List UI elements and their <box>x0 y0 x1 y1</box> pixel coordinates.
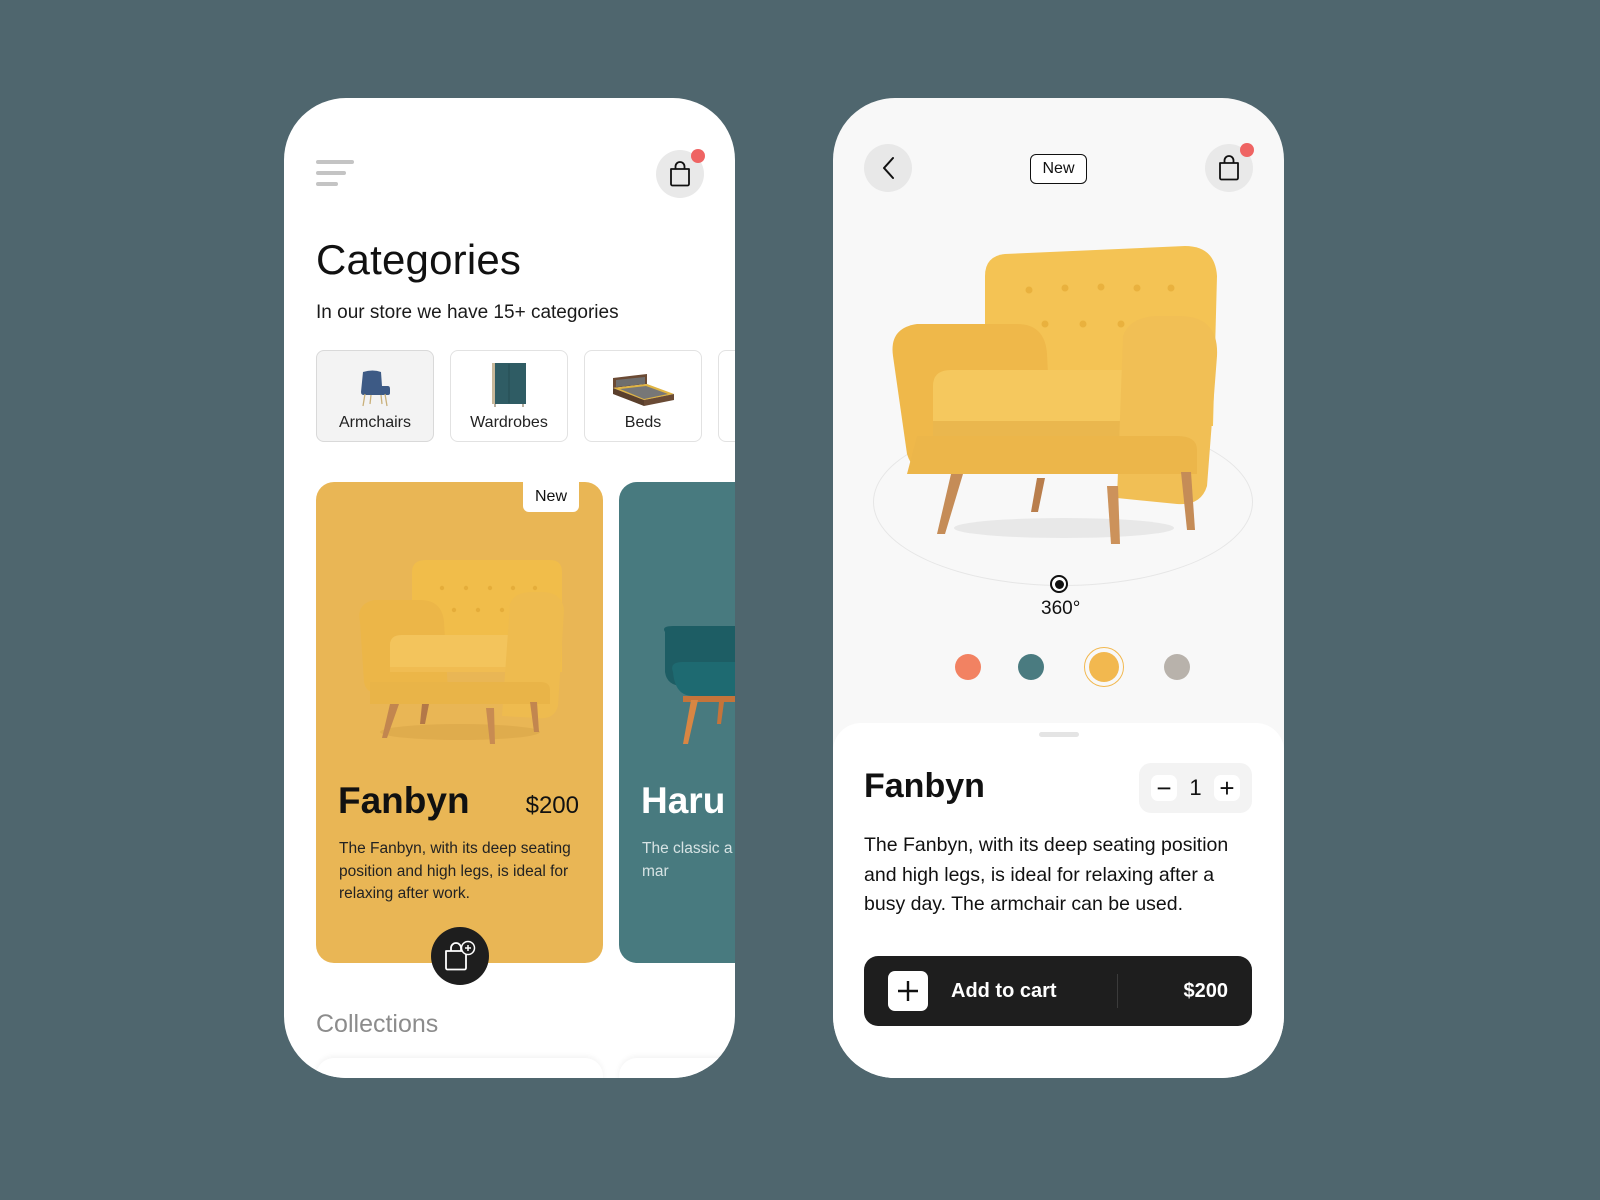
haru-chair-image <box>664 626 735 744</box>
collections-title: Collections <box>316 1010 439 1038</box>
card-add-to-cart-button[interactable] <box>431 927 489 985</box>
new-badge: New <box>1030 154 1087 184</box>
product-card-haru[interactable]: Haru The classic a decorate the room for… <box>619 482 735 963</box>
new-badge: New <box>523 482 579 512</box>
product-detail-screen: New 360° Fanbyn − 1 + The Fanbyn, with i… <box>833 98 1284 1078</box>
rotate-360-handle[interactable] <box>1050 575 1068 593</box>
plus-icon: + <box>1219 773 1235 803</box>
sheet-grabber[interactable] <box>1039 732 1079 737</box>
quantity-increase-button[interactable]: + <box>1214 775 1240 801</box>
plus-icon <box>888 971 928 1011</box>
minus-icon: − <box>1156 773 1172 803</box>
quantity-value: 1 <box>1189 775 1202 800</box>
quantity-decrease-button[interactable]: − <box>1151 775 1177 801</box>
color-swatch-coral[interactable] <box>955 654 981 680</box>
divider <box>1117 974 1118 1008</box>
category-wardrobes[interactable]: Wardrobes <box>450 350 568 442</box>
color-swatch-teal[interactable] <box>1018 654 1044 680</box>
collection-card[interactable] <box>316 1058 603 1078</box>
hamburger-menu-icon[interactable] <box>316 160 356 190</box>
shopping-bag-icon <box>1219 155 1239 181</box>
chevron-left-icon <box>883 157 894 179</box>
bed-image <box>610 362 676 408</box>
add-to-cart-label: Add to cart <box>951 979 1057 1002</box>
category-armchairs[interactable]: Armchairs <box>316 350 434 442</box>
cart-notification-dot <box>1240 143 1254 157</box>
product-name: Fanbyn <box>864 767 985 805</box>
color-swatches <box>955 647 1227 687</box>
back-button[interactable] <box>864 144 912 192</box>
armchair-image <box>357 362 393 408</box>
category-more[interactable] <box>718 350 735 442</box>
product-description: The Fanbyn, with its deep seating positi… <box>864 834 1229 915</box>
color-swatch-grey[interactable] <box>1164 654 1190 680</box>
rotate-360-label: 360° <box>1041 598 1081 619</box>
categories-screen: Categories In our store we have 15+ cate… <box>284 98 735 1078</box>
product-description: The classic a decorate the room for mar <box>642 840 735 880</box>
product-info-sheet: Fanbyn − 1 + The Fanbyn, with its deep s… <box>833 723 1284 1078</box>
product-price: $200 <box>525 792 579 819</box>
product-name: Haru <box>641 780 726 821</box>
collection-card[interactable] <box>619 1058 735 1078</box>
bag-plus-icon <box>445 940 476 971</box>
product-card-fanbyn[interactable]: New Fanbyn $200 The Fanbyn, with its dee… <box>316 482 603 963</box>
category-label: Wardrobes <box>470 414 548 431</box>
color-swatch-yellow[interactable] <box>1084 647 1124 687</box>
product-description: The Fanbyn, with its deep seating positi… <box>339 840 571 902</box>
product-name: Fanbyn <box>338 780 470 821</box>
page-subtitle: In our store we have 15+ categories <box>316 302 619 323</box>
category-label: Beds <box>624 414 662 431</box>
category-list: Armchairs Wardrobes Beds <box>316 350 735 442</box>
fanbyn-chair-3d-image[interactable] <box>889 246 1229 546</box>
add-to-cart-button[interactable]: Add to cart $200 <box>864 956 1252 1026</box>
quantity-stepper: − 1 + <box>1139 763 1252 813</box>
page-title: Categories <box>316 236 522 283</box>
shopping-bag-icon <box>670 161 690 187</box>
cart-notification-dot <box>691 149 705 163</box>
category-beds[interactable]: Beds <box>584 350 702 442</box>
cart-price: $200 <box>1183 979 1229 1002</box>
wardrobe-image <box>490 362 528 408</box>
category-label: Armchairs <box>338 414 411 431</box>
cart-button[interactable] <box>1205 143 1254 192</box>
product-carousel: New Fanbyn $200 The Fanbyn, with its dee… <box>316 482 735 963</box>
fanbyn-chair-image <box>359 560 564 744</box>
cart-button[interactable] <box>656 149 705 198</box>
